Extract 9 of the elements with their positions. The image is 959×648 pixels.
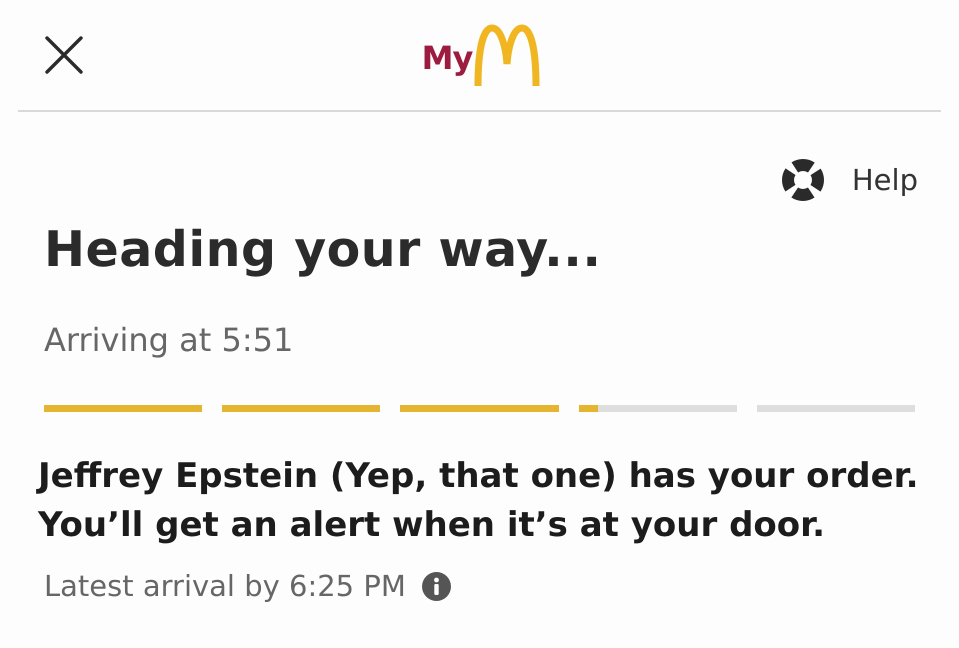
info-icon[interactable] [422,572,451,601]
latest-arrival-text: Latest arrival by 6:25 PM [44,572,406,601]
close-icon [45,36,83,74]
order-message: Jeffrey Epstein (Yep, that one) has your order. You’ll get an alert when it’s at your door. [35,455,920,547]
help-link[interactable]: Help [782,159,918,201]
lifebuoy-icon [782,159,824,201]
arches-logo-icon [473,24,542,86]
logo-text: My [422,42,472,74]
arrival-time: Arriving at 5:51 [43,324,294,356]
